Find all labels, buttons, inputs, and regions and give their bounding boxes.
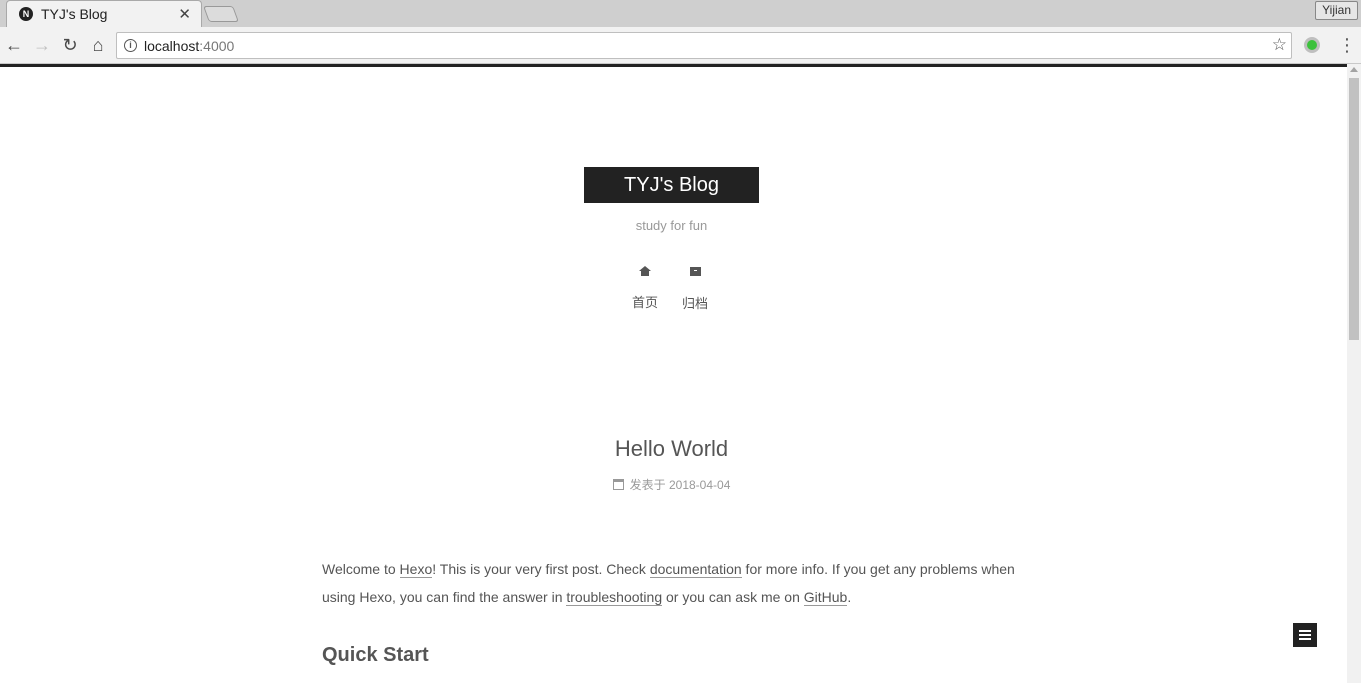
archive-icon (670, 267, 720, 283)
blog-page: TYJ's Blog study for fun 首页 归档 Hello Wor… (0, 67, 1347, 683)
forward-icon[interactable]: → (32, 35, 52, 55)
page-scrollbar[interactable] (1347, 64, 1361, 683)
home-icon[interactable]: ⌂ (88, 35, 108, 55)
close-tab-icon[interactable]: ✕ (178, 5, 191, 23)
back-icon[interactable]: ← (4, 35, 24, 55)
menu-item-home[interactable]: 首页 (620, 263, 670, 311)
calendar-icon (612, 479, 624, 490)
scroll-thumb[interactable] (1349, 78, 1359, 340)
para-text: Welcome to (322, 561, 400, 577)
para-text: . (847, 589, 852, 605)
para-text: or you can ask me on (662, 589, 804, 605)
home-icon (620, 266, 670, 282)
menu-item-label: 归档 (681, 296, 708, 311)
menu-icon[interactable]: ⋮ (1338, 35, 1356, 55)
hamburger-line (1299, 630, 1311, 632)
profile-button[interactable]: Yijian (1315, 1, 1358, 20)
star-icon[interactable]: ☆ (1272, 35, 1287, 55)
url-host: localhost (144, 38, 200, 54)
site-menu: 首页 归档 (620, 263, 730, 312)
address-bar[interactable]: i localhost:4000 ☆ (116, 32, 1292, 59)
post-title[interactable]: Hello World (0, 436, 1343, 462)
browser-toolbar: ← → ↻ ⌂ i localhost:4000 ☆ ⋮ (0, 27, 1361, 64)
link-hexo[interactable]: Hexo (399, 561, 433, 578)
tab-strip: N TYJ's Blog ✕ Yijian (0, 0, 1361, 27)
url-port: :4000 (199, 38, 235, 54)
hamburger-line (1299, 638, 1311, 640)
post-meta: 发表于 2018-04-04 (0, 476, 1343, 493)
favicon-icon: N (19, 7, 33, 21)
para-text: ! This is your very first post. Check (432, 561, 650, 577)
post-paragraph: Welcome to Hexo! This is your very first… (322, 555, 1027, 611)
post-date: 2018-04-04 (668, 478, 731, 492)
sidebar-toggle-button[interactable] (1293, 623, 1317, 647)
menu-item-label: 首页 (631, 295, 658, 310)
extension-icon[interactable] (1304, 37, 1320, 53)
link-troubleshooting[interactable]: troubleshooting (566, 589, 663, 606)
hamburger-line (1299, 634, 1311, 636)
link-github[interactable]: GitHub (803, 589, 848, 606)
tab-title: TYJ's Blog (41, 6, 108, 22)
section-heading: Quick Start (322, 644, 429, 666)
new-tab-button[interactable] (203, 6, 239, 22)
post-meta-label: 发表于 (629, 478, 666, 492)
browser-tab[interactable]: N TYJ's Blog ✕ (6, 0, 202, 27)
link-documentation[interactable]: documentation (649, 561, 742, 578)
info-icon[interactable]: i (124, 39, 137, 52)
scroll-up-arrow-icon[interactable] (1350, 67, 1358, 72)
url-text[interactable]: localhost:4000 (144, 38, 234, 54)
reload-icon[interactable]: ↻ (60, 35, 80, 55)
menu-item-archive[interactable]: 归档 (670, 263, 720, 312)
site-brand[interactable]: TYJ's Blog (584, 167, 759, 203)
site-subtitle: study for fun (635, 218, 708, 233)
